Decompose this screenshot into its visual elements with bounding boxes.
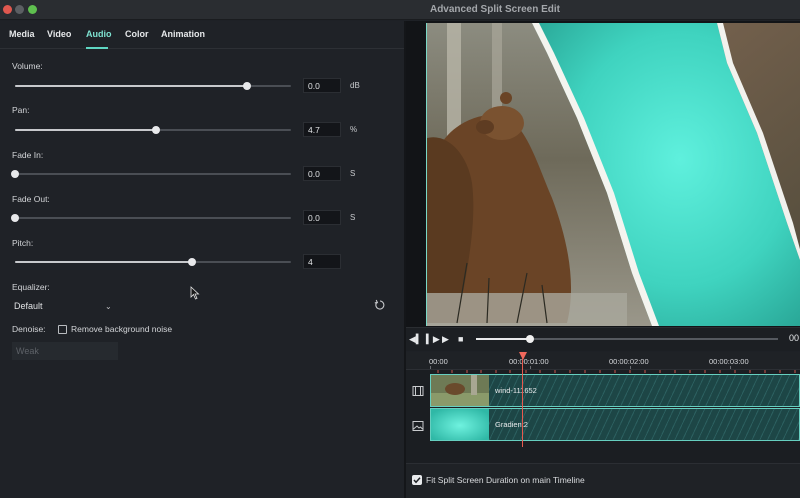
tab-color[interactable]: Color xyxy=(125,29,149,39)
volume-slider-fill xyxy=(15,85,247,87)
timeline-clip[interactable]: wind-111652 xyxy=(430,374,800,407)
property-tabs: Media Video Audio Color Animation xyxy=(0,21,404,49)
clip-label: wind-111652 xyxy=(495,386,537,395)
playhead-line xyxy=(522,358,523,447)
playhead-handle[interactable] xyxy=(519,352,527,360)
fade-in-slider[interactable] xyxy=(11,170,291,178)
timeline-markers xyxy=(437,370,796,373)
timeline-clip[interactable]: Gradient2 xyxy=(430,408,800,441)
ruler-label: 00:00:02:00 xyxy=(609,357,649,366)
fade-in-slider-thumb[interactable] xyxy=(11,170,19,178)
current-time-readout: 00 xyxy=(789,333,800,343)
stop-icon[interactable]: ■ xyxy=(458,334,463,344)
ruler-tick xyxy=(630,366,631,369)
volume-value-field[interactable]: 0.0 xyxy=(303,78,341,93)
properties-panel: Media Video Audio Color Animation Volume… xyxy=(0,21,404,498)
ruler-tick xyxy=(530,366,531,369)
equalizer-label: Equalizer: xyxy=(12,282,50,292)
image-track-icon xyxy=(412,421,424,431)
video-track-icon xyxy=(412,386,424,396)
volume-label: Volume: xyxy=(12,61,43,71)
remove-noise-label: Remove background noise xyxy=(71,324,173,334)
fade-out-unit: S xyxy=(350,213,356,222)
ruler-label: 00:00 xyxy=(429,357,448,366)
denoise-level-select: Weak xyxy=(12,342,118,360)
checkmark-icon xyxy=(413,477,421,484)
title-bar: Advanced Split Screen Edit xyxy=(0,0,800,20)
remove-noise-checkbox[interactable] xyxy=(58,325,67,334)
volume-slider-thumb[interactable] xyxy=(242,82,251,90)
fit-duration-checkbox[interactable] xyxy=(412,475,422,485)
fit-duration-label: Fit Split Screen Duration on main Timeli… xyxy=(426,475,585,485)
window-title: Advanced Split Screen Edit xyxy=(429,4,561,15)
pan-unit: % xyxy=(350,125,358,134)
timeline-ruler[interactable]: 00:00 00:00:01:00 00:00:02:00 00:00:03:0… xyxy=(406,352,800,370)
next-frame-icon[interactable]: ▍▶︎ xyxy=(426,334,440,345)
pitch-slider[interactable] xyxy=(15,258,291,266)
pan-value-field[interactable]: 4.7 xyxy=(303,122,341,137)
split-screen-preview-image xyxy=(427,23,800,326)
pitch-slider-fill xyxy=(15,261,192,263)
chevron-down-icon: ⌄ xyxy=(105,302,112,311)
fade-out-value-field[interactable]: 0.0 xyxy=(303,210,341,225)
reset-icon[interactable] xyxy=(374,299,386,311)
timeline: 00:00 00:00:01:00 00:00:02:00 00:00:03:0… xyxy=(406,352,800,463)
fade-out-slider-thumb[interactable] xyxy=(11,214,19,222)
pitch-label: Pitch: xyxy=(12,238,34,248)
volume-slider[interactable] xyxy=(15,82,291,90)
fade-in-label: Fade In: xyxy=(12,150,44,160)
mouse-pointer-icon xyxy=(190,286,200,300)
playback-progress-fill xyxy=(476,338,531,340)
fade-out-slider[interactable] xyxy=(11,214,291,222)
ruler-tick xyxy=(430,366,431,369)
tab-media[interactable]: Media xyxy=(9,29,35,39)
play-icon[interactable]: ▶ xyxy=(442,334,449,345)
ruler-label: 00:00:03:00 xyxy=(709,357,749,366)
pan-slider-thumb[interactable] xyxy=(151,126,160,134)
preview-canvas xyxy=(426,23,800,326)
equalizer-select[interactable]: Default xyxy=(12,299,117,315)
denoise-label: Denoise: xyxy=(12,324,46,334)
pan-label: Pan: xyxy=(12,105,30,115)
pitch-value-field[interactable]: 4 xyxy=(303,254,341,269)
playback-progress-bar[interactable] xyxy=(476,335,778,343)
tab-audio[interactable]: Audio xyxy=(86,29,112,39)
clip-thumbnail xyxy=(431,375,489,406)
previous-frame-icon[interactable]: ◀︎▍ xyxy=(409,334,423,345)
fade-in-unit: S xyxy=(350,169,356,178)
tab-animation[interactable]: Animation xyxy=(161,29,205,39)
fade-out-label: Fade Out: xyxy=(12,194,50,204)
volume-unit: dB xyxy=(350,81,360,90)
fade-in-value-field[interactable]: 0.0 xyxy=(303,166,341,181)
ruler-label: 00:00:01:00 xyxy=(509,357,549,366)
tab-video[interactable]: Video xyxy=(47,29,71,39)
ruler-tick xyxy=(730,366,731,369)
clip-extension-hatch xyxy=(489,409,799,440)
footer-bar: Fit Split Screen Duration on main Timeli… xyxy=(406,463,800,498)
preview-panel xyxy=(406,21,800,327)
active-tab-indicator xyxy=(86,47,108,49)
clip-thumbnail xyxy=(431,409,489,440)
pan-slider-fill xyxy=(15,129,156,131)
pitch-slider-thumb[interactable] xyxy=(187,258,196,266)
pan-slider[interactable] xyxy=(15,126,291,134)
